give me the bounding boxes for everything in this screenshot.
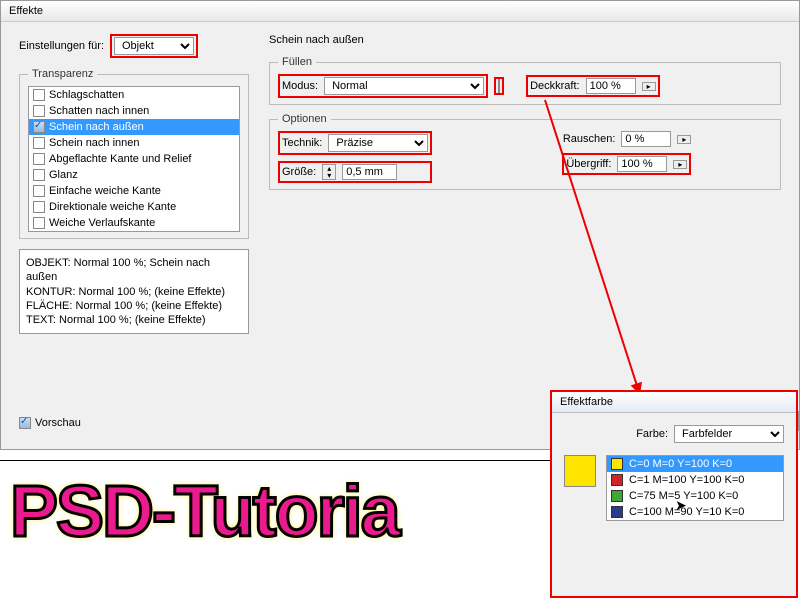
- swatch-row[interactable]: C=1 M=100 Y=100 K=0: [607, 472, 783, 488]
- settings-for-select[interactable]: Objekt: [114, 37, 194, 55]
- swatch-name: C=1 M=100 Y=100 K=0: [629, 474, 744, 486]
- technique-label: Technik:: [282, 137, 322, 149]
- swatch-row[interactable]: C=0 M=0 Y=100 K=0: [607, 456, 783, 472]
- effect-item[interactable]: Direktionale weiche Kante: [29, 199, 239, 215]
- options-group: Optionen Technik: Präzise Größe: ▴▾: [269, 113, 781, 190]
- effects-list[interactable]: Schlagschatten Schatten nach innen Schein …: [28, 86, 240, 232]
- effect-item[interactable]: Glanz: [29, 167, 239, 183]
- cursor-icon: ➤: [675, 497, 687, 514]
- effect-checkbox[interactable]: [33, 153, 45, 165]
- effect-item[interactable]: Einfache weiche Kante: [29, 183, 239, 199]
- effect-checkbox[interactable]: [33, 105, 45, 117]
- transparency-group: Transparenz Schlagschatten Schatten nach …: [19, 68, 249, 239]
- opacity-spinner[interactable]: ▸: [642, 82, 656, 91]
- settings-for-label: Einstellungen für:: [19, 40, 104, 52]
- effect-checkbox[interactable]: [33, 217, 45, 229]
- effect-color-dialog: Effektfarbe Farbe: Farbfelder C=0 M=0 Y=…: [550, 390, 798, 598]
- preview-checkbox[interactable]: [19, 417, 31, 429]
- effect-checkbox[interactable]: [33, 201, 45, 213]
- mode-select[interactable]: Normal: [324, 77, 484, 95]
- document-canvas: PSD-Tutoria: [0, 460, 560, 600]
- spread-label: Übergriff:: [566, 158, 611, 170]
- effect-item[interactable]: Schlagschatten: [29, 87, 239, 103]
- selected-color-preview: [564, 455, 596, 487]
- dialog-title: Effekte: [1, 1, 799, 22]
- effects-summary: OBJEKT: Normal 100 %; Schein nach außen …: [19, 249, 249, 334]
- swatch-color: [611, 506, 623, 518]
- effect-label: Schlagschatten: [49, 89, 124, 101]
- sample-text: PSD-Tutoria: [10, 471, 399, 553]
- spread-input[interactable]: [617, 156, 667, 172]
- mode-label: Modus:: [282, 80, 318, 92]
- effect-label: Weiche Verlaufskante: [49, 217, 155, 229]
- swatch-row[interactable]: C=75 M=5 Y=100 K=0: [607, 488, 783, 504]
- preview-label: Vorschau: [35, 417, 81, 429]
- effect-label: Schatten nach innen: [49, 105, 149, 117]
- effect-label: Schein nach außen: [49, 121, 144, 133]
- panel-title: Schein nach außen: [269, 34, 781, 46]
- size-input[interactable]: [342, 164, 397, 180]
- swatch-color: [611, 490, 623, 502]
- effect-label: Glanz: [49, 169, 78, 181]
- swatch-name: C=0 M=0 Y=100 K=0: [629, 458, 732, 470]
- effect-item[interactable]: Schatten nach innen: [29, 103, 239, 119]
- opacity-input[interactable]: [586, 78, 636, 94]
- effect-checkbox[interactable]: [33, 169, 45, 181]
- effect-item[interactable]: Weiche Verlaufskante: [29, 215, 239, 231]
- effect-label: Direktionale weiche Kante: [49, 201, 176, 213]
- color-dialog-title: Effektfarbe: [552, 392, 796, 413]
- size-spinner[interactable]: ▴▾: [322, 164, 336, 180]
- color-label: Farbe:: [636, 428, 668, 440]
- effect-color-swatch[interactable]: [498, 79, 500, 93]
- swatch-color: [611, 458, 623, 470]
- effect-checkbox[interactable]: [33, 89, 45, 101]
- size-label: Größe:: [282, 166, 316, 178]
- noise-label: Rauschen:: [563, 133, 616, 145]
- swatch-list[interactable]: C=0 M=0 Y=100 K=0 C=1 M=100 Y=100 K=0 C=75…: [606, 455, 784, 521]
- swatch-color: [611, 474, 623, 486]
- effect-item[interactable]: Schein nach außen: [29, 119, 239, 135]
- effect-checkbox[interactable]: [33, 121, 45, 133]
- effect-checkbox[interactable]: [33, 185, 45, 197]
- effect-label: Schein nach innen: [49, 137, 140, 149]
- opacity-label: Deckkraft:: [530, 80, 580, 92]
- effect-item[interactable]: Schein nach innen: [29, 135, 239, 151]
- noise-input[interactable]: [621, 131, 671, 147]
- technique-select[interactable]: Präzise: [328, 134, 428, 152]
- effects-dialog: Effekte Einstellungen für: Objekt Transp…: [0, 0, 800, 450]
- swatch-row[interactable]: C=100 M=90 Y=10 K=0: [607, 504, 783, 520]
- effect-item[interactable]: Abgeflachte Kante und Relief: [29, 151, 239, 167]
- effect-label: Einfache weiche Kante: [49, 185, 161, 197]
- transparency-legend: Transparenz: [28, 68, 97, 80]
- effect-label: Abgeflachte Kante und Relief: [49, 153, 192, 165]
- color-mode-select[interactable]: Farbfelder: [674, 425, 784, 443]
- effect-checkbox[interactable]: [33, 137, 45, 149]
- fill-group: Füllen Modus: Normal Deckkraft: ▸: [269, 56, 781, 105]
